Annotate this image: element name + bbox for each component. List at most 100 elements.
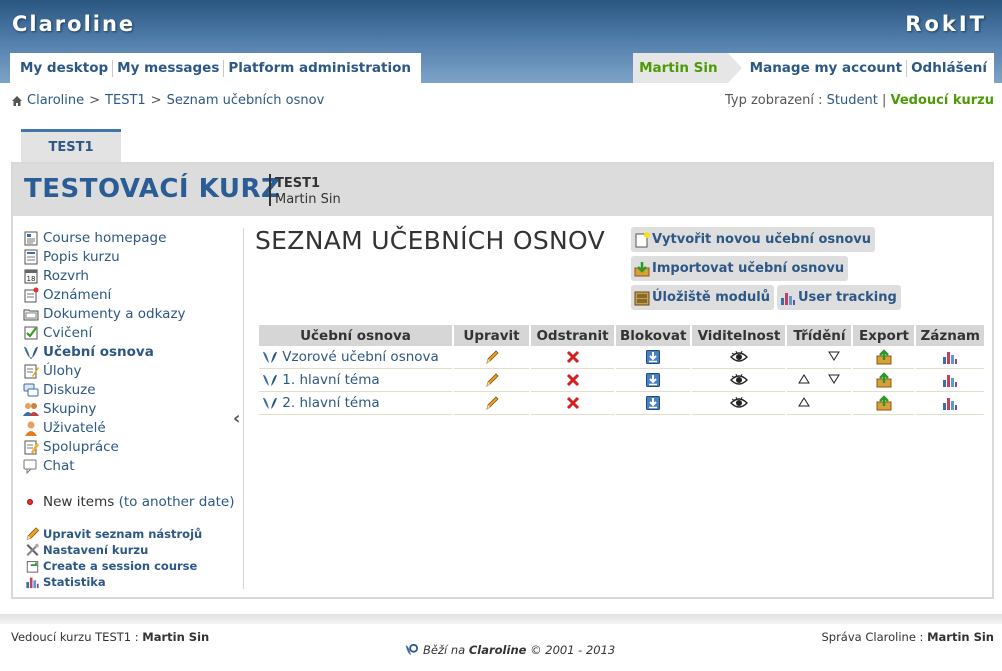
user-tracking-button[interactable]: User tracking xyxy=(777,285,901,310)
institution-name[interactable]: RokIT xyxy=(905,12,987,36)
tracking-statistics-icon[interactable] xyxy=(942,395,958,411)
admin-label: Nastavení kurzu xyxy=(43,543,149,557)
move-up-icon[interactable] xyxy=(798,372,811,388)
tool-announcements[interactable]: Oznámení xyxy=(23,285,243,304)
course-settings-link[interactable]: Nastavení kurzu xyxy=(25,542,202,558)
edit-tool-list-link[interactable]: Upravit seznam nástrojů xyxy=(25,526,202,542)
delete-cell xyxy=(531,392,614,415)
create-session-course-link[interactable]: Create a session course xyxy=(25,558,202,574)
export-icon[interactable] xyxy=(876,372,892,388)
order-cell xyxy=(787,392,852,415)
footer-platform-admin-label: Správa Claroline : xyxy=(821,630,924,644)
lock-arrow-icon[interactable] xyxy=(645,372,661,388)
collapse-sidebar-icon[interactable]: ‹ xyxy=(233,408,240,429)
tool-exercises[interactable]: Cvičení xyxy=(23,323,243,342)
syllabus-name-cell: 1. hlavní téma xyxy=(259,369,452,392)
move-up-icon[interactable] xyxy=(798,395,811,411)
module-repository-label: Úložiště modulů xyxy=(652,290,771,305)
syllabus-name: Vzorové učební osnova xyxy=(282,349,439,365)
tool-documents[interactable]: Dokumenty a odkazy xyxy=(23,304,243,323)
sort-placeholder xyxy=(828,398,840,408)
breadcrumb-course[interactable]: TEST1 xyxy=(105,93,146,108)
calendar-icon: 18 xyxy=(24,269,38,283)
learning-path-icon xyxy=(262,372,278,388)
create-syllabus-button[interactable]: Vytvořit novou učební osnovu xyxy=(631,227,876,252)
statistics-link[interactable]: Statistika xyxy=(25,574,202,590)
breadcrumb-claroline[interactable]: Claroline xyxy=(27,93,84,108)
view-mode: Typ zobrazení : Student | Vedoucí kurzu xyxy=(725,93,994,108)
visibility-eye-icon[interactable] xyxy=(729,395,749,411)
new-items-dot-icon xyxy=(27,499,33,505)
footer-powered-by: Běží na Claroline © 2001 - 2013 xyxy=(404,643,615,657)
footer-course-manager-name[interactable]: Martin Sin xyxy=(142,630,209,644)
announcement-icon xyxy=(24,287,39,302)
tool-course-homepage[interactable]: Course homepage xyxy=(23,228,243,247)
tool-label: Diskuze xyxy=(43,381,96,398)
tool-forum[interactable]: Diskuze xyxy=(23,380,243,399)
breadcrumb-current[interactable]: Seznam učebních osnov xyxy=(167,93,325,108)
tool-assignments[interactable]: Úlohy xyxy=(23,361,243,380)
tool-chat[interactable]: Chat xyxy=(23,456,243,475)
course-teacher: Martin Sin xyxy=(275,192,341,207)
lock-arrow-icon[interactable] xyxy=(645,349,661,365)
course-title[interactable]: TESTOVACÍ KURZ xyxy=(24,174,280,204)
tool-label: Cvičení xyxy=(43,324,93,341)
tool-label: Spolupráce xyxy=(43,438,119,455)
nav-my-desktop[interactable]: My desktop xyxy=(16,59,114,77)
delete-x-icon[interactable] xyxy=(565,349,581,365)
syllabus-link[interactable]: 2. hlavní téma xyxy=(262,395,380,411)
view-mode-teacher[interactable]: Vedoucí kurzu xyxy=(891,93,994,108)
move-down-icon[interactable] xyxy=(828,349,841,365)
delete-x-icon[interactable] xyxy=(565,395,581,411)
footer-course-manager-label: Vedoucí kurzu TEST1 : xyxy=(11,630,139,644)
view-mode-student[interactable]: Student xyxy=(827,93,878,108)
chat-icon xyxy=(23,459,37,474)
delete-x-icon[interactable] xyxy=(565,372,581,388)
export-icon[interactable] xyxy=(876,395,892,411)
tool-users[interactable]: Uživatelé xyxy=(23,418,243,437)
syllabus-name-cell: 2. hlavní téma xyxy=(259,392,452,415)
logout-link[interactable]: Odhlášení xyxy=(907,60,991,77)
export-icon[interactable] xyxy=(876,349,892,365)
syllabus-name: 1. hlavní téma xyxy=(282,372,380,388)
lock-arrow-icon[interactable] xyxy=(645,395,661,411)
manage-account-link[interactable]: Manage my account xyxy=(746,59,908,77)
user-links: Manage my account Odhlášení xyxy=(727,53,994,83)
nav-my-messages[interactable]: My messages xyxy=(113,59,225,77)
site-name[interactable]: Claroline xyxy=(12,12,135,36)
tool-label: Dokumenty a odkazy xyxy=(43,305,186,322)
tool-calendar[interactable]: 18 Rozvrh xyxy=(23,266,243,285)
claroline-link[interactable]: Claroline xyxy=(469,643,527,657)
table-row: Vzorové učební osnova xyxy=(259,346,984,369)
delete-cell xyxy=(531,346,614,369)
breadcrumb-separator: > xyxy=(150,93,162,108)
new-items-date-link[interactable]: (to another date) xyxy=(119,494,235,510)
edit-pencil-icon[interactable] xyxy=(484,372,500,388)
course-tab[interactable]: TEST1 xyxy=(21,129,121,163)
move-down-icon[interactable] xyxy=(828,372,841,388)
column-header-export: Export xyxy=(853,325,915,346)
edit-pencil-icon[interactable] xyxy=(484,349,500,365)
visibility-eye-icon[interactable] xyxy=(729,349,749,365)
visibility-cell xyxy=(692,346,786,369)
footer-platform-admin-name[interactable]: Martin Sin xyxy=(927,630,994,644)
tracking-statistics-icon[interactable] xyxy=(942,372,958,388)
import-syllabus-button[interactable]: Importovat učební osnovu xyxy=(631,256,849,281)
table-row: 1. hlavní téma xyxy=(259,369,984,392)
syllabus-link[interactable]: 1. hlavní téma xyxy=(262,372,380,388)
delete-cell xyxy=(531,369,614,392)
tool-label: Popis kurzu xyxy=(43,248,120,265)
nav-platform-administration[interactable]: Platform administration xyxy=(224,60,415,77)
visibility-eye-icon[interactable] xyxy=(729,372,749,388)
edit-pencil-icon[interactable] xyxy=(484,395,500,411)
tool-learning-path[interactable]: Učební osnova xyxy=(23,342,243,361)
course-code: TEST1 xyxy=(275,176,321,191)
import-syllabus-label: Importovat učební osnovu xyxy=(652,261,845,276)
tool-course-description[interactable]: Popis kurzu xyxy=(23,247,243,266)
syllabus-link[interactable]: Vzorové učební osnova xyxy=(262,349,439,365)
tool-wiki[interactable]: Spolupráce xyxy=(23,437,243,456)
statistics-icon xyxy=(26,577,39,589)
tracking-statistics-icon[interactable] xyxy=(942,349,958,365)
tool-groups[interactable]: Skupiny xyxy=(23,399,243,418)
module-repository-button[interactable]: Úložiště modulů xyxy=(631,285,775,310)
